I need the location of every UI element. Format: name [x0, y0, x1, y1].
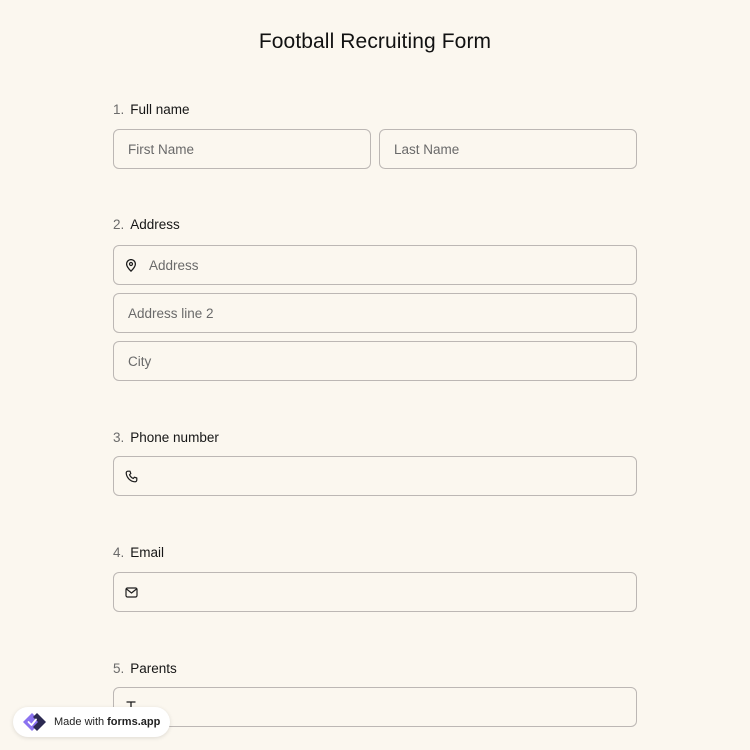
question-number: 1.	[113, 102, 125, 117]
question-full-name: 1. Full name	[113, 102, 637, 120]
address-input[interactable]: Address	[113, 245, 637, 285]
question-text: Full name	[130, 102, 190, 117]
form-page: Football Recruiting Form 1. Full name Fi…	[0, 0, 750, 750]
question-label: 4. Email	[113, 545, 637, 563]
map-pin-icon	[124, 258, 138, 272]
question-text: Email	[130, 545, 165, 560]
city-placeholder: City	[128, 353, 152, 369]
question-number: 5.	[113, 661, 125, 676]
last-name-input[interactable]: Last Name	[379, 129, 637, 169]
address-line-2-input[interactable]: Address line 2	[113, 293, 637, 333]
question-text: Phone number	[130, 430, 219, 445]
question-phone: 3. Phone number	[113, 430, 637, 448]
form-title: Football Recruiting Form	[258, 30, 492, 53]
envelope-icon	[124, 585, 138, 599]
email-input[interactable]	[113, 572, 637, 612]
parents-input[interactable]	[113, 687, 637, 727]
phone-icon	[124, 469, 138, 483]
question-label: 1. Full name	[113, 102, 637, 120]
question-number: 4.	[113, 545, 125, 560]
question-address: 2. Address	[113, 217, 637, 235]
question-number: 3.	[113, 430, 125, 445]
question-text: Parents	[130, 661, 177, 676]
question-text: Address	[130, 217, 180, 232]
question-email: 4. Email	[113, 545, 637, 563]
forms-app-logo-icon	[19, 710, 49, 734]
badge-prefix: Made with	[54, 716, 105, 728]
address-line-2-placeholder: Address line 2	[128, 305, 214, 321]
question-number: 2.	[113, 217, 125, 232]
made-with-badge[interactable]: Made with forms.app	[13, 707, 170, 737]
last-name-placeholder: Last Name	[394, 141, 460, 157]
question-label: 5. Parents	[113, 661, 637, 679]
first-name-placeholder: First Name	[128, 141, 195, 157]
badge-brand: forms.app	[107, 716, 161, 728]
city-input[interactable]: City	[113, 341, 637, 381]
question-label: 3. Phone number	[113, 430, 637, 448]
question-parents: 5. Parents	[113, 661, 637, 679]
question-label: 2. Address	[113, 217, 637, 235]
first-name-input[interactable]: First Name	[113, 129, 371, 169]
address-placeholder: Address	[149, 257, 199, 273]
phone-input[interactable]	[113, 456, 637, 496]
